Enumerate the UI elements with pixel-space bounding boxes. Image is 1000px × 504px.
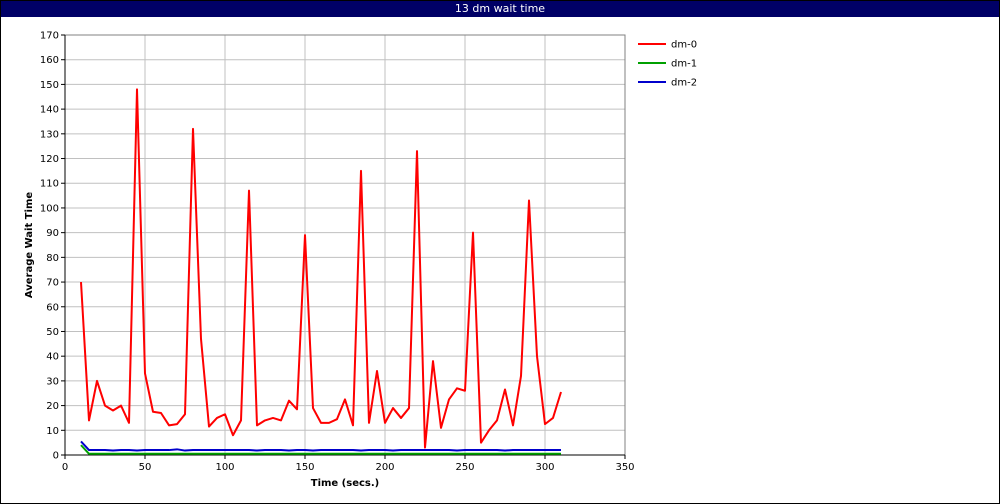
x-tick-label: 200 [375, 462, 394, 473]
y-tick-label: 60 [46, 302, 59, 313]
y-tick-label: 30 [46, 376, 59, 387]
x-tick-label: 250 [455, 462, 474, 473]
y-tick-label: 0 [53, 451, 59, 462]
y-tick-label: 40 [46, 352, 59, 363]
x-tick-label: 150 [295, 462, 314, 473]
y-tick-label: 170 [40, 31, 59, 42]
y-tick-label: 70 [46, 278, 59, 289]
y-tick-label: 100 [40, 203, 59, 214]
y-tick-label: 110 [40, 179, 59, 190]
y-axis-title: Average Wait Time [24, 192, 35, 299]
y-tick-label: 10 [46, 426, 59, 437]
y-tick-label: 150 [40, 80, 59, 91]
legend-label-dm-0: dm-0 [671, 40, 697, 51]
y-tick-label: 90 [46, 228, 59, 239]
y-tick-label: 20 [46, 401, 59, 412]
x-axis-title: Time (secs.) [311, 478, 380, 489]
x-tick-label: 100 [215, 462, 234, 473]
x-tick-label: 300 [535, 462, 554, 473]
legend: dm-0 dm-1 dm-2 [638, 40, 697, 89]
y-tick-label: 50 [46, 327, 59, 338]
x-tick-label: 0 [62, 462, 68, 473]
y-tick-label: 140 [40, 105, 59, 116]
legend-label-dm-2: dm-2 [671, 78, 697, 89]
chart: 0 10 20 30 40 50 60 70 80 90 100 110 120 130 140 150 160… [24, 31, 697, 490]
y-tick-label: 130 [40, 129, 59, 140]
x-tick-label: 350 [615, 462, 634, 473]
y-tick-label: 80 [46, 253, 59, 264]
y-tick-label: 160 [40, 55, 59, 66]
x-tick-label: 50 [139, 462, 152, 473]
y-tick-label: 120 [40, 154, 59, 165]
legend-label-dm-1: dm-1 [671, 59, 697, 70]
